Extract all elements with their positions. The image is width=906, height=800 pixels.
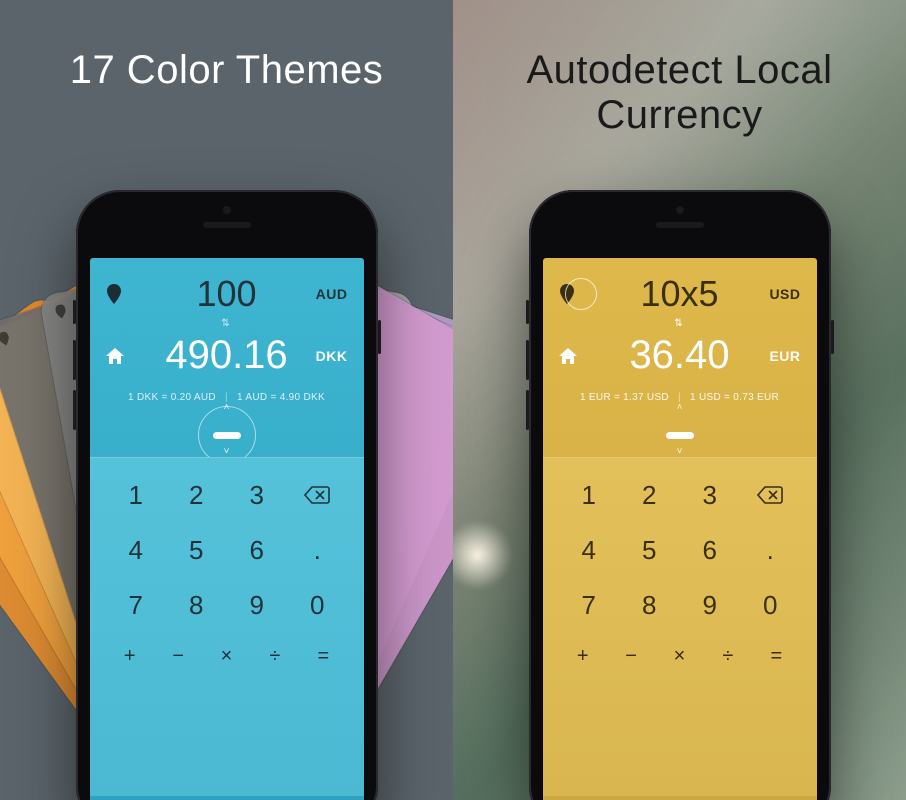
key-9[interactable]: 9 bbox=[227, 578, 288, 633]
key-0[interactable]: 0 bbox=[740, 578, 801, 633]
rate-b: 1 AUD = 4.90 DKK bbox=[237, 392, 325, 403]
key-1[interactable]: 1 bbox=[106, 468, 167, 523]
input-amount[interactable]: 10x5 bbox=[603, 273, 757, 315]
headline-left: 17 Color Themes bbox=[0, 48, 453, 93]
app-screen-left: 100 AUD ⇅ 490.16 DKK 1 DKK = 0.20 AUD | bbox=[90, 258, 364, 800]
key-5[interactable]: 5 bbox=[619, 523, 680, 578]
key-minus[interactable]: − bbox=[607, 633, 655, 680]
key-equals[interactable]: = bbox=[752, 633, 800, 680]
key-plus[interactable]: + bbox=[106, 633, 154, 680]
drag-handle[interactable]: ˄˅ bbox=[90, 413, 364, 457]
key-9[interactable]: 9 bbox=[680, 578, 741, 633]
output-currency[interactable]: EUR bbox=[757, 348, 801, 364]
backspace-icon[interactable] bbox=[740, 468, 801, 523]
key-3[interactable]: 3 bbox=[227, 468, 288, 523]
input-currency[interactable]: USD bbox=[757, 286, 801, 302]
key-6[interactable]: 6 bbox=[680, 523, 741, 578]
display-area: 100 AUD ⇅ 490.16 DKK 1 DKK = 0.20 AUD | bbox=[90, 258, 364, 413]
key-4[interactable]: 4 bbox=[106, 523, 167, 578]
promo-panel-autodetect: Autodetect Local Currency 10x5 USD ⇅ bbox=[453, 0, 906, 800]
output-amount: 36.40 bbox=[603, 333, 757, 378]
swap-indicator[interactable]: ⇅ bbox=[106, 318, 348, 329]
bokeh-light bbox=[453, 520, 513, 590]
key-times[interactable]: × bbox=[655, 633, 703, 680]
rate-b: 1 USD = 0.73 EUR bbox=[690, 392, 779, 403]
output-currency[interactable]: DKK bbox=[304, 348, 348, 364]
pin-icon[interactable] bbox=[106, 284, 150, 304]
key-0[interactable]: 0 bbox=[287, 578, 348, 633]
keypad: 1 2 3 4 5 6 . 7 8 bbox=[543, 457, 817, 796]
app-screen-right: 10x5 USD ⇅ 36.40 EUR 1 EUR = 1.37 USD | bbox=[543, 258, 817, 800]
promo-panel-themes: 17 Color Themes 100 AUD ⇅ bbox=[0, 0, 453, 800]
key-dot[interactable]: . bbox=[740, 523, 801, 578]
key-5[interactable]: 5 bbox=[166, 523, 227, 578]
phone-mockup-right: 10x5 USD ⇅ 36.40 EUR 1 EUR = 1.37 USD | bbox=[529, 190, 831, 800]
backspace-icon[interactable] bbox=[287, 468, 348, 523]
key-2[interactable]: 2 bbox=[619, 468, 680, 523]
pin-icon[interactable] bbox=[559, 284, 603, 304]
home-icon[interactable] bbox=[106, 348, 150, 364]
phone-mockup-left: 100 AUD ⇅ 490.16 DKK 1 DKK = 0.20 AUD | bbox=[76, 190, 378, 800]
key-minus[interactable]: − bbox=[154, 633, 202, 680]
key-dot[interactable]: . bbox=[287, 523, 348, 578]
key-divide[interactable]: ÷ bbox=[251, 633, 299, 680]
output-amount: 490.16 bbox=[150, 333, 304, 378]
key-plus[interactable]: + bbox=[559, 633, 607, 680]
key-3[interactable]: 3 bbox=[680, 468, 741, 523]
input-amount[interactable]: 100 bbox=[150, 273, 304, 315]
footer-bar: Share Settings bbox=[543, 796, 817, 800]
key-2[interactable]: 2 bbox=[166, 468, 227, 523]
key-4[interactable]: 4 bbox=[559, 523, 620, 578]
swap-indicator[interactable]: ⇅ bbox=[559, 318, 801, 329]
key-8[interactable]: 8 bbox=[166, 578, 227, 633]
footer-bar: Share Settings bbox=[90, 796, 364, 800]
rate-a: 1 DKK = 0.20 AUD bbox=[128, 392, 216, 403]
drag-handle[interactable]: ˄˅ bbox=[543, 413, 817, 457]
key-times[interactable]: × bbox=[202, 633, 250, 680]
key-1[interactable]: 1 bbox=[559, 468, 620, 523]
keypad: 1 2 3 4 5 6 . 7 8 bbox=[90, 457, 364, 796]
input-currency[interactable]: AUD bbox=[304, 286, 348, 302]
key-divide[interactable]: ÷ bbox=[704, 633, 752, 680]
rate-a: 1 EUR = 1.37 USD bbox=[580, 392, 669, 403]
key-8[interactable]: 8 bbox=[619, 578, 680, 633]
display-area: 10x5 USD ⇅ 36.40 EUR 1 EUR = 1.37 USD | bbox=[543, 258, 817, 413]
home-icon[interactable] bbox=[559, 348, 603, 364]
key-7[interactable]: 7 bbox=[106, 578, 167, 633]
key-6[interactable]: 6 bbox=[227, 523, 288, 578]
key-equals[interactable]: = bbox=[299, 633, 347, 680]
key-7[interactable]: 7 bbox=[559, 578, 620, 633]
headline-right: Autodetect Local Currency bbox=[453, 48, 906, 138]
